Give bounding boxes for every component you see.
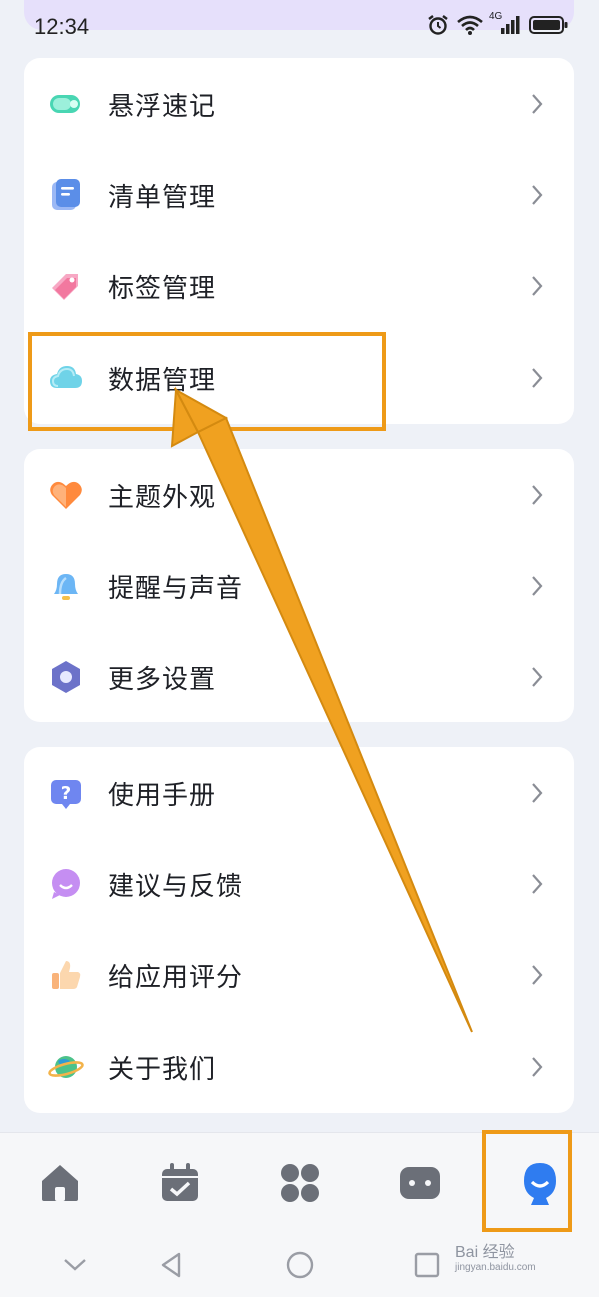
status-time: 12:34 (34, 14, 90, 39)
menu-item-tag-management[interactable]: 标签管理 (24, 240, 574, 332)
apps-grid-icon[interactable] (276, 1159, 324, 1207)
signal-icon: 4G (489, 11, 521, 35)
chevron-right-icon (532, 485, 543, 505)
menu-item-feedback[interactable]: 建议与反馈 (24, 838, 574, 930)
watermark-line2: jingyan.baidu.com (455, 1262, 536, 1273)
floating-note-icon (50, 95, 80, 113)
wifi-icon (457, 15, 483, 35)
home-icon[interactable] (36, 1159, 84, 1207)
menu-item-reminders-sounds[interactable]: 提醒与声音 (24, 540, 574, 632)
menu-item-label: 给应用评分 (108, 962, 244, 993)
bell-icon (54, 574, 78, 600)
menu-item-label: 清单管理 (108, 182, 217, 213)
feedback-bubble-icon (52, 869, 80, 899)
menu-item-theme[interactable]: 主题外观 (24, 449, 574, 541)
menu-item-label: 使用手册 (108, 780, 217, 811)
hexagon-settings-icon (52, 661, 80, 693)
heart-theme-icon (50, 481, 82, 509)
chevron-right-icon (532, 185, 543, 205)
chevron-right-icon (532, 94, 543, 114)
status-icons: 4G (427, 11, 569, 36)
list-icon (52, 179, 80, 210)
home-circle-icon[interactable] (283, 1248, 317, 1282)
tag-icon (52, 274, 78, 300)
chevron-right-icon (532, 874, 543, 894)
chevron-right-icon (532, 276, 543, 296)
settings-group-help: ? 使用手册 建议与反馈 给应用评分 关于我们 (24, 747, 574, 1113)
recent-square-icon[interactable] (410, 1248, 444, 1282)
settings-group-appearance: 主题外观 提醒与声音 更多设置 (24, 449, 574, 722)
menu-item-rate-app[interactable]: 给应用评分 (24, 929, 574, 1021)
calendar-icon[interactable] (156, 1159, 204, 1207)
back-triangle-icon[interactable] (155, 1248, 189, 1282)
highlight-box-data-management (28, 332, 386, 431)
battery-icon (529, 16, 568, 34)
alarm-icon (428, 15, 448, 35)
svg-text:?: ? (61, 783, 71, 804)
chevron-right-icon (532, 1057, 543, 1077)
highlight-box-profile-tab (482, 1130, 572, 1232)
planet-icon (48, 1056, 84, 1078)
menu-item-label: 更多设置 (108, 664, 217, 695)
thumbs-up-icon (52, 961, 81, 989)
watermark: Bai 经验 jingyan.baidu.com (455, 1238, 536, 1273)
chevron-right-icon (532, 576, 543, 596)
menu-item-label: 建议与反馈 (108, 871, 244, 902)
menu-item-floating-note[interactable]: 悬浮速记 (24, 58, 574, 150)
help-manual-icon: ? (51, 780, 81, 809)
widget-icon[interactable] (396, 1159, 444, 1207)
menu-item-label: 主题外观 (108, 482, 217, 513)
menu-item-list-management[interactable]: 清单管理 (24, 149, 574, 241)
chevron-right-icon (532, 783, 543, 803)
menu-item-more-settings[interactable]: 更多设置 (24, 631, 574, 723)
chevron-right-icon (532, 965, 543, 985)
menu-item-label: 提醒与声音 (108, 573, 244, 604)
chevron-right-icon (532, 368, 543, 388)
menu-item-label: 悬浮速记 (108, 91, 217, 122)
menu-item-user-manual[interactable]: ? 使用手册 (24, 747, 574, 839)
menu-item-about-us[interactable]: 关于我们 (24, 1021, 574, 1113)
back-down-icon[interactable] (58, 1248, 92, 1282)
chevron-right-icon (532, 667, 543, 687)
menu-item-label: 标签管理 (108, 273, 217, 304)
watermark-line1: Bai 经验 (455, 1244, 515, 1261)
status-bar: 12:34 4G (0, 0, 599, 56)
menu-item-label: 关于我们 (108, 1054, 217, 1085)
